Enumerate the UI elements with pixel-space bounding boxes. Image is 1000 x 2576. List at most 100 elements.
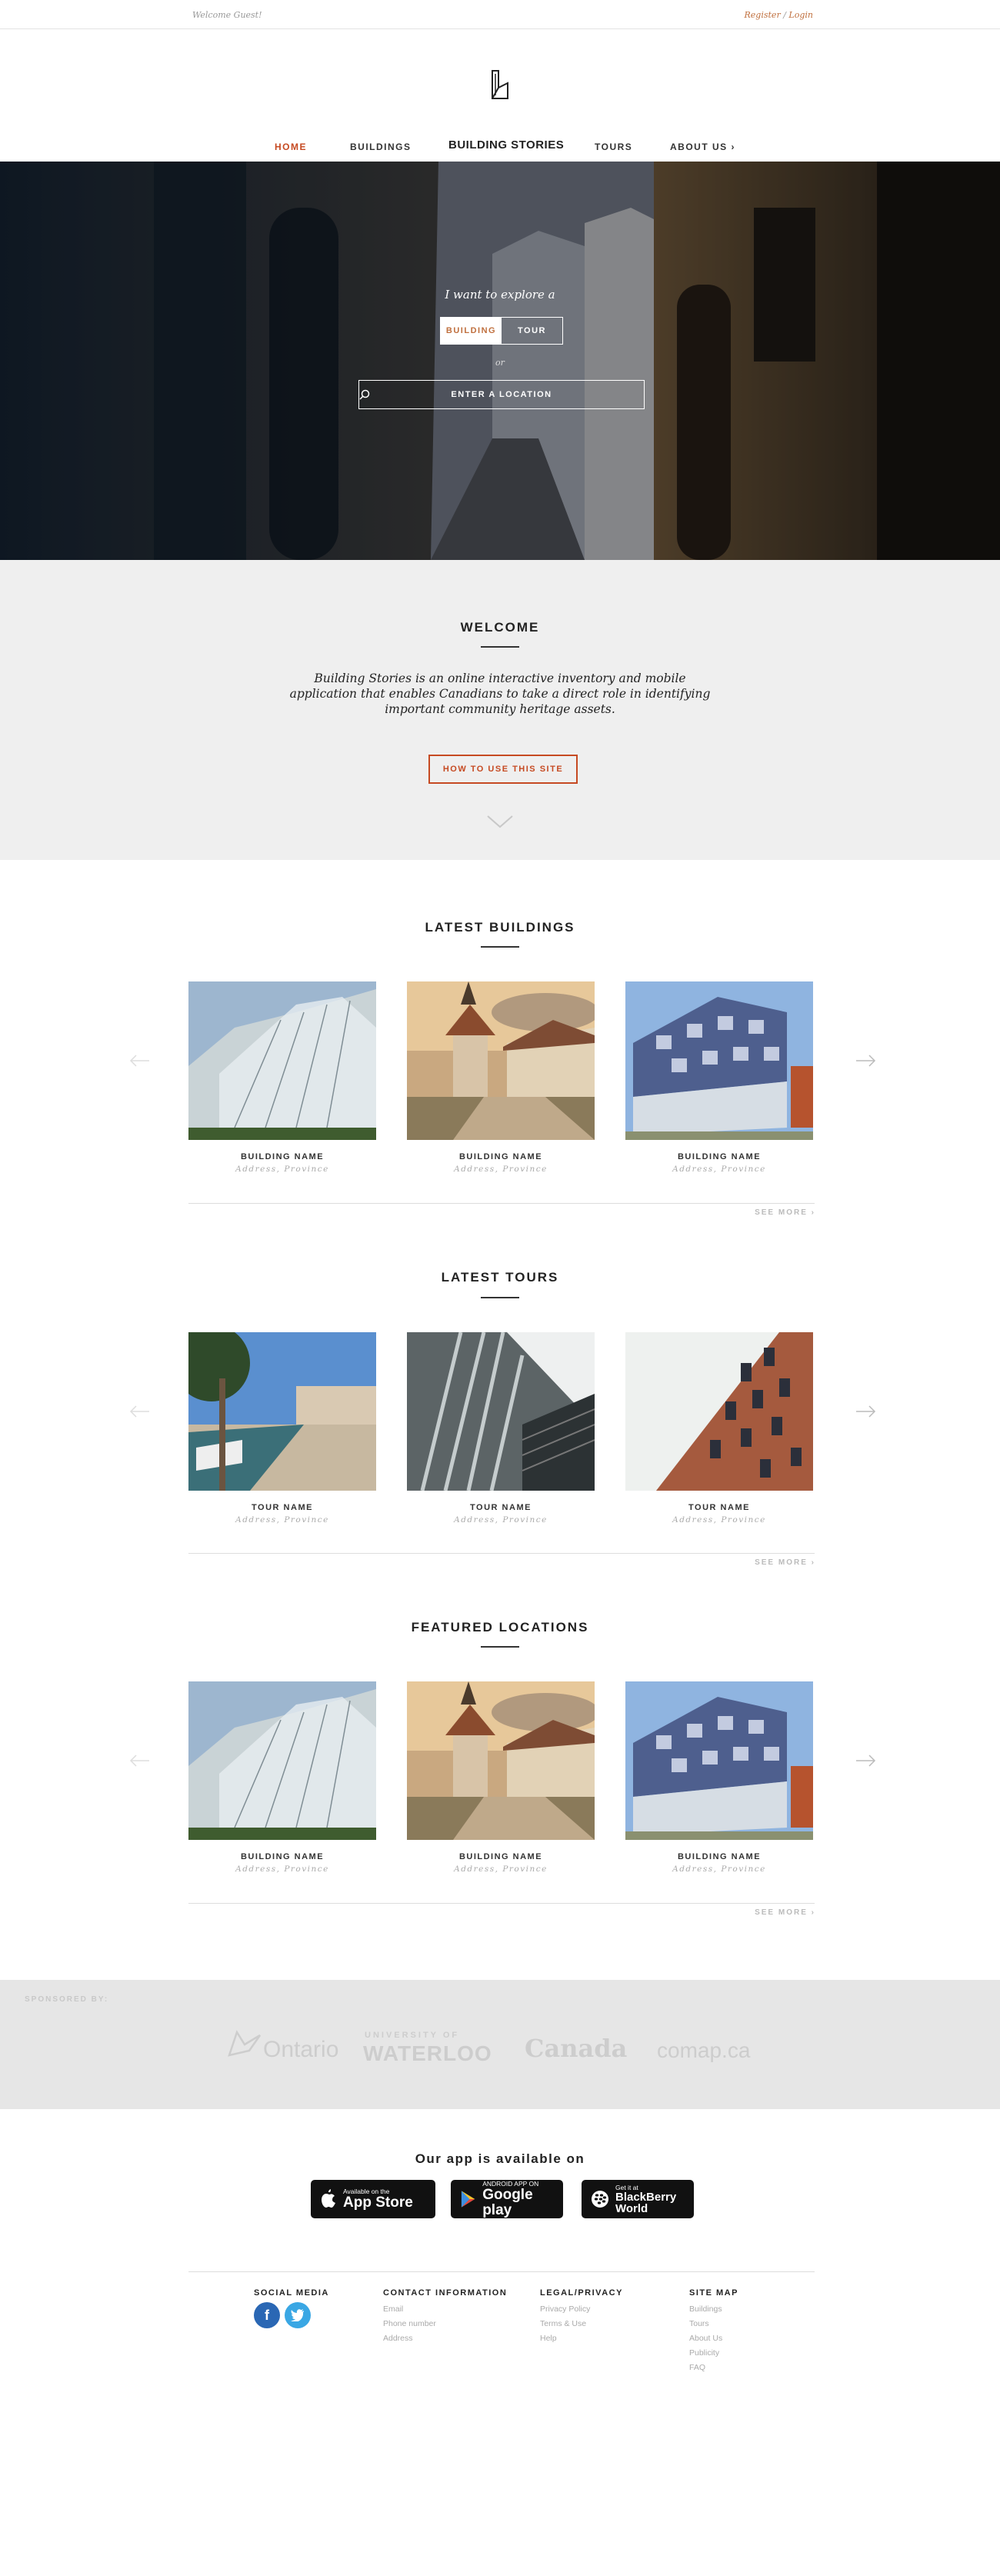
building-image-modern-facade[interactable] (625, 981, 813, 1140)
tour-name: TOUR NAME (688, 1503, 750, 1512)
tour-image-skyscraper[interactable] (407, 1332, 595, 1491)
building-image-church[interactable] (407, 981, 595, 1140)
building-address: Address, Province (672, 1165, 766, 1174)
auth-links: Register / Login (745, 10, 813, 20)
arrow-right-icon[interactable] (854, 1053, 877, 1068)
tour-address: Address, Province (454, 1515, 548, 1525)
ontario-logo[interactable]: Ontario (263, 2037, 338, 2063)
building-card[interactable]: BUILDING NAME Address, Province (407, 981, 595, 1174)
explore-type-toggle: BUILDING TOUR (440, 317, 563, 345)
how-to-use-button[interactable]: HOW TO USE THIS SITE (428, 755, 578, 784)
blackberry-icon (592, 2191, 608, 2208)
see-more-locations-link[interactable]: SEE MORE › (731, 1908, 815, 1917)
location-card[interactable]: BUILDING NAME Address, Province (625, 1681, 813, 1874)
blackberry-world-badge[interactable]: Get it at BlackBerry World (582, 2180, 694, 2218)
location-image-glass-canopy[interactable] (188, 1681, 376, 1840)
help-link[interactable]: Help (540, 2331, 623, 2346)
tour-card[interactable]: TOUR NAME Address, Province (407, 1332, 595, 1525)
tour-name: TOUR NAME (252, 1503, 313, 1512)
sitemap-buildings-link[interactable]: Buildings (689, 2302, 738, 2317)
facebook-icon[interactable]: f (254, 2302, 280, 2328)
building-card[interactable]: BUILDING NAME Address, Province (188, 981, 376, 1174)
footer-contact-column: CONTACT INFORMATION Email Phone number A… (383, 2288, 507, 2346)
app-availability-title: Our app is available on (415, 2151, 585, 2166)
title-divider (481, 1646, 519, 1648)
privacy-policy-link[interactable]: Privacy Policy (540, 2302, 623, 2317)
toggle-tour[interactable]: TOUR (502, 318, 562, 344)
sitemap-publicity-link[interactable]: Publicity (689, 2346, 738, 2361)
latest-buildings-title: LATEST BUILDINGS (425, 920, 575, 935)
location-image-modern-facade[interactable] (625, 1681, 813, 1840)
terms-link[interactable]: Terms & Use (540, 2317, 623, 2331)
building-address: Address, Province (454, 1165, 548, 1174)
sitemap-tours-link[interactable]: Tours (689, 2317, 738, 2331)
canada-logo[interactable]: Canada (525, 2034, 627, 2063)
arrow-left-icon[interactable] (128, 1053, 152, 1068)
welcome-text: Building Stories is an online interactiv… (289, 671, 711, 716)
waterloo-logo[interactable]: WATERLOO (363, 2041, 492, 2066)
building-name: BUILDING NAME (677, 1152, 762, 1161)
title-divider (481, 946, 519, 948)
building-name: BUILDING NAME (458, 1152, 543, 1161)
location-address: Address, Province (235, 1865, 329, 1874)
twitter-icon[interactable] (285, 2302, 311, 2328)
chevron-down-icon[interactable] (486, 814, 514, 829)
sitemap-faq-link[interactable]: FAQ (689, 2361, 738, 2375)
apple-icon (322, 2189, 335, 2208)
search-icon[interactable] (359, 389, 370, 400)
location-card[interactable]: BUILDING NAME Address, Province (407, 1681, 595, 1874)
footer-social-column: SOCIAL MEDIA f (254, 2288, 329, 2328)
see-more-tours-link[interactable]: SEE MORE › (731, 1558, 815, 1567)
contact-address-link[interactable]: Address (383, 2331, 507, 2346)
comap-logo[interactable]: comap.ca (657, 2038, 750, 2063)
arrow-left-icon[interactable] (128, 1404, 152, 1419)
login-link[interactable]: Login (788, 10, 813, 20)
nav-tours[interactable]: TOURS (595, 142, 632, 152)
nav-about-us[interactable]: ABOUT US › (670, 142, 735, 152)
blackberry-world-text: World (615, 2202, 648, 2215)
location-address: Address, Province (672, 1865, 766, 1874)
register-link[interactable]: Register (745, 10, 781, 20)
sitemap-heading: SITE MAP (689, 2288, 738, 2298)
brand-name[interactable]: BUILDING STORIES (448, 138, 564, 152)
building-logo-icon[interactable] (488, 68, 512, 102)
hero-section: I want to explore a BUILDING TOUR or ENT… (0, 162, 1000, 560)
auth-separator: / (783, 10, 786, 20)
location-address: Address, Province (454, 1865, 548, 1874)
waterloo-logo-top: UNIVERSITY OF (365, 2031, 460, 2040)
see-more-buildings-link[interactable]: SEE MORE › (731, 1208, 815, 1217)
blackberry-big-text: BlackBerry (615, 2191, 677, 2204)
explore-prompt: I want to explore a (445, 288, 555, 302)
arrow-left-icon[interactable] (128, 1753, 152, 1768)
tour-image-canal[interactable] (188, 1332, 376, 1491)
google-play-badge[interactable]: ANDROID APP ON Google play (451, 2180, 563, 2218)
tour-card[interactable]: TOUR NAME Address, Province (188, 1332, 376, 1525)
tour-card[interactable]: TOUR NAME Address, Province (625, 1332, 813, 1525)
location-name: BUILDING NAME (240, 1852, 325, 1861)
legal-heading: LEGAL/PRIVACY (540, 2288, 623, 2298)
toggle-building[interactable]: BUILDING (441, 318, 502, 344)
contact-phone-link[interactable]: Phone number (383, 2317, 507, 2331)
building-address: Address, Province (235, 1165, 329, 1174)
nav-buildings[interactable]: BUILDINGS (350, 142, 412, 152)
google-play-icon (461, 2191, 475, 2208)
building-image-glass-canopy[interactable] (188, 981, 376, 1140)
building-card[interactable]: BUILDING NAME Address, Province (625, 981, 813, 1174)
arrow-right-icon[interactable] (854, 1753, 877, 1768)
location-image-church[interactable] (407, 1681, 595, 1840)
google-play-big-text: Google play (482, 2187, 533, 2218)
tour-name: TOUR NAME (470, 1503, 532, 1512)
location-search-input[interactable]: ENTER A LOCATION (358, 380, 645, 409)
sponsors-section: SPONSORED BY: Ontario UNIVERSITY OF WATE… (0, 1980, 1000, 2109)
arrow-right-icon[interactable] (854, 1404, 877, 1419)
footer-divider (188, 2271, 815, 2272)
welcome-guest-text: Welcome Guest! (192, 10, 262, 20)
sitemap-about-link[interactable]: About Us (689, 2331, 738, 2346)
location-card[interactable]: BUILDING NAME Address, Province (188, 1681, 376, 1874)
app-store-badge[interactable]: Available on the App Store (311, 2180, 435, 2218)
section-divider (188, 1203, 815, 1204)
contact-email-link[interactable]: Email (383, 2302, 507, 2317)
footer-legal-column: LEGAL/PRIVACY Privacy Policy Terms & Use… (540, 2288, 623, 2346)
nav-home[interactable]: HOME (275, 142, 307, 152)
tour-image-brick-building[interactable] (625, 1332, 813, 1491)
